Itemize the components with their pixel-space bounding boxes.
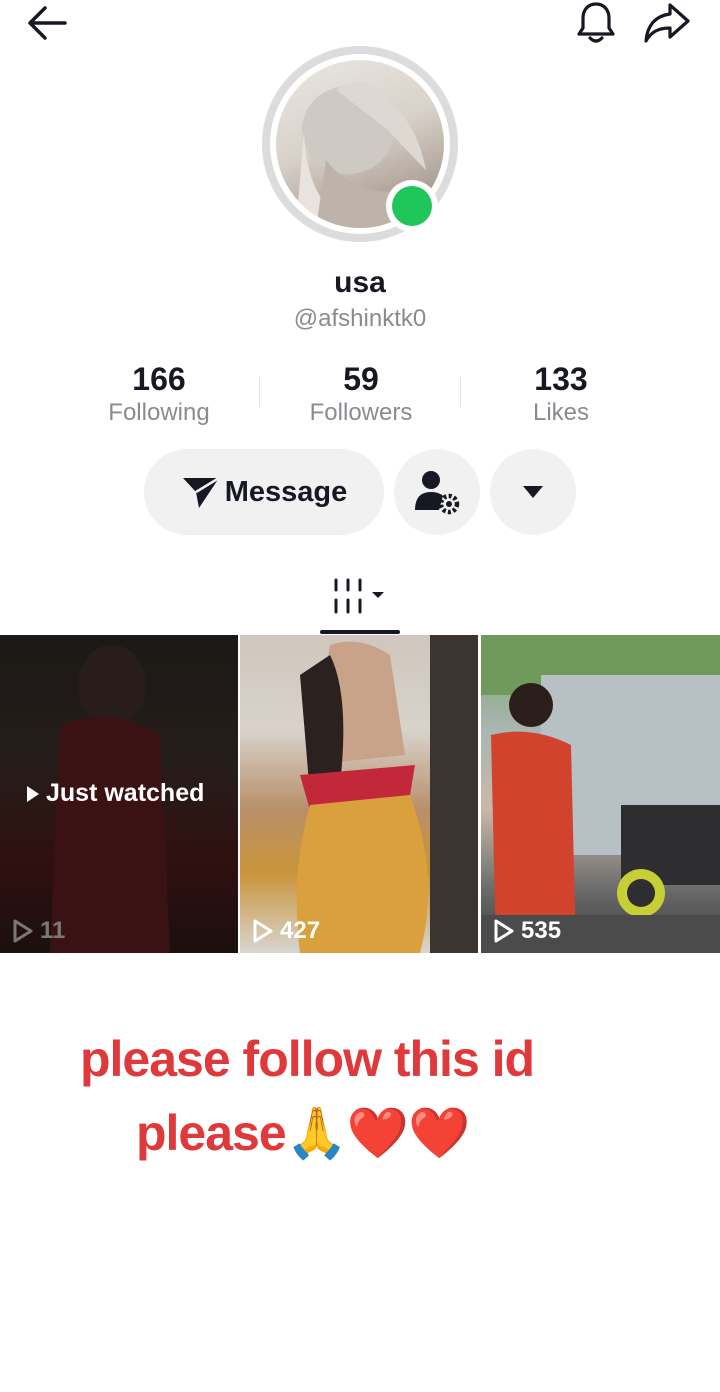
play-small-icon (27, 785, 39, 802)
message-button-label: Message (224, 475, 348, 508)
just-watched-text: Just watched (46, 779, 205, 807)
just-watched-label: Just watched (26, 779, 204, 808)
play-outline-icon (494, 919, 514, 943)
video-thumbnail[interactable]: 535 (481, 635, 720, 953)
share-arrow-icon (644, 3, 690, 43)
tab-videos[interactable] (320, 560, 400, 632)
person-gear-icon (415, 471, 460, 515)
thumbnail-image (481, 635, 720, 953)
stat-likes[interactable]: 133 Likes (461, 360, 661, 428)
notification-button[interactable] (572, 0, 620, 46)
message-button[interactable]: Message (144, 449, 384, 535)
video-grid-icon (334, 578, 384, 614)
stat-following[interactable]: 166 Following (59, 360, 259, 428)
view-count: 427 (252, 917, 320, 945)
bell-icon (577, 2, 615, 43)
view-count-value: 535 (521, 917, 562, 944)
view-count: 11 (12, 917, 65, 945)
stat-followers[interactable]: 59 Followers (261, 360, 461, 428)
stat-value: 166 (132, 361, 186, 397)
view-count-value: 427 (280, 917, 321, 944)
play-outline-icon (13, 919, 33, 943)
video-grid: Just watched 11 427 535 (0, 635, 720, 953)
stat-value: 59 (343, 361, 379, 397)
top-bar (0, 0, 720, 48)
send-icon (182, 476, 220, 508)
username: usa (334, 266, 386, 299)
stat-value: 133 (534, 361, 588, 397)
user-handle: @afshinktk0 (293, 305, 427, 332)
caption-line-2: please🙏❤️❤️ (136, 1105, 470, 1161)
active-tab-indicator (320, 630, 400, 634)
back-button[interactable] (22, 2, 72, 44)
add-friend-button[interactable] (394, 449, 480, 535)
caption-line-1: please follow this id (80, 1031, 535, 1087)
play-outline-icon (253, 919, 273, 943)
stat-label: Followers (309, 399, 413, 426)
online-status-indicator (386, 180, 438, 232)
share-button[interactable] (640, 0, 694, 46)
view-count-value: 11 (40, 917, 66, 944)
caret-down-icon (523, 486, 543, 498)
stat-label: Following (108, 399, 210, 426)
thumbnail-image (296, 635, 478, 953)
arrow-left-icon (28, 6, 67, 40)
stat-label: Likes (532, 399, 590, 426)
video-thumbnail[interactable]: 427 (240, 635, 478, 953)
video-thumbnail[interactable]: Just watched 11 (0, 635, 238, 953)
more-options-button[interactable] (490, 449, 576, 535)
view-count: 535 (493, 917, 561, 945)
stat-divider (259, 377, 260, 407)
